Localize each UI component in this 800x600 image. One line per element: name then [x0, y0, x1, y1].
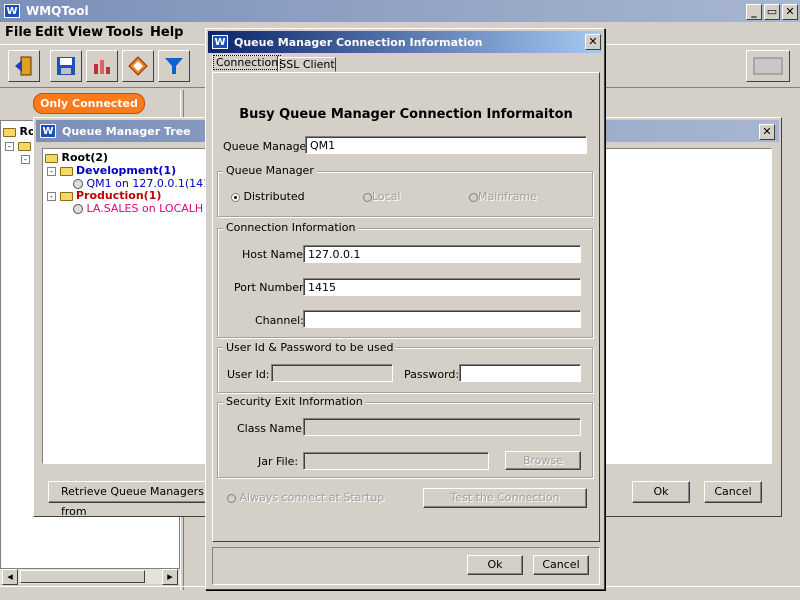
main-title: WMQTool: [26, 4, 89, 18]
list-icon: [753, 57, 783, 75]
test-connection-button[interactable]: Test the Connection: [423, 488, 587, 508]
radio-selected-icon: [231, 192, 240, 202]
menu-file[interactable]: File: [5, 25, 32, 40]
tree-window-title: Queue Manager Tree: [62, 125, 191, 138]
scroll-left-icon[interactable]: ◂: [2, 569, 18, 585]
queue-manager-field[interactable]: QM1: [305, 136, 587, 154]
folder-icon: [59, 166, 73, 176]
dialog-heading: Busy Queue Manager Connection Informaito…: [239, 107, 573, 122]
menu-tools[interactable]: Tools: [106, 25, 143, 40]
collapse-icon[interactable]: -: [47, 191, 56, 201]
dialog-button-bar: Ok Cancel: [212, 547, 600, 585]
retrieve-queue-managers-button[interactable]: Retrieve Queue Managers from: [48, 481, 208, 518]
tree-cancel-button[interactable]: Cancel: [704, 481, 762, 503]
dialog-title: Queue Manager Connection Information: [234, 36, 483, 49]
app-icon: W: [40, 124, 56, 138]
tree-node-development[interactable]: - Development(1): [47, 164, 176, 177]
collapse-icon[interactable]: -: [5, 141, 14, 151]
minimize-button[interactable]: _: [746, 4, 762, 20]
host-name-field[interactable]: 127.0.0.1: [303, 245, 581, 263]
dialog-titlebar: W Queue Manager Connection Information: [208, 31, 602, 53]
radio-local[interactable]: Local: [363, 190, 401, 203]
userid-label: User Id:: [227, 368, 270, 381]
class-name-label: Class Name:: [237, 422, 306, 435]
folder-icon: [45, 153, 58, 163]
only-connected-badge[interactable]: Only Connected: [33, 93, 145, 114]
scroll-right-icon[interactable]: ▸: [162, 569, 178, 585]
radio-icon: [363, 192, 372, 202]
class-name-field[interactable]: [303, 418, 581, 436]
radio-distributed[interactable]: Distributed: [231, 190, 305, 203]
channel-field[interactable]: [303, 310, 581, 328]
radio-icon: [469, 192, 478, 202]
restore-button[interactable]: ▭: [764, 4, 780, 20]
collapse-icon[interactable]: -: [21, 154, 30, 164]
browse-button[interactable]: Browse: [505, 451, 581, 470]
port-number-field[interactable]: 1415: [303, 278, 581, 296]
menu-view[interactable]: View: [68, 25, 103, 40]
menu-help[interactable]: Help: [150, 25, 183, 40]
chart-tool-button[interactable]: [86, 50, 118, 82]
folder-icon: [3, 127, 16, 137]
filter-icon: [165, 58, 183, 74]
tree-node-lasales[interactable]: LA.SALES on LOCALH: [73, 202, 203, 215]
chart-icon: [94, 60, 110, 74]
tree-root[interactable]: Root(2): [45, 151, 108, 164]
scroll-thumb[interactable]: [20, 570, 145, 583]
save-icon: [57, 57, 75, 75]
queue-manager-icon: [73, 179, 83, 189]
save-tool-button[interactable]: [50, 50, 82, 82]
channel-label: Channel:: [255, 314, 304, 327]
qm-label: Queue Manager:: [223, 140, 315, 153]
jar-file-label: Jar File:: [258, 455, 299, 468]
tab-connection[interactable]: Connection: [212, 55, 282, 72]
filter-tool-button[interactable]: [158, 50, 190, 82]
refresh-icon: [128, 56, 148, 76]
app-icon: W: [4, 4, 20, 18]
tree-ok-button[interactable]: Ok: [632, 481, 690, 503]
tab-panel: Busy Queue Manager Connection Informaito…: [212, 72, 600, 542]
list-tool-button[interactable]: [746, 50, 790, 82]
folder-icon: [59, 191, 73, 201]
qm-group-title: Queue Manager: [223, 164, 317, 177]
dialog-close-button[interactable]: ✕: [585, 34, 601, 50]
tab-ssl-client[interactable]: SSL Client: [278, 57, 336, 72]
conn-group-title: Connection Information: [223, 221, 359, 234]
exit-icon: [15, 56, 32, 76]
host-label: Host Name:: [242, 248, 307, 261]
main-titlebar: W WMQTool _ ▭ ✕: [0, 0, 800, 22]
user-group-title: User Id & Password to be used: [223, 341, 397, 354]
connection-dialog: W Queue Manager Connection Information ✕…: [205, 28, 605, 590]
tree-close-button[interactable]: ✕: [759, 124, 775, 140]
radio-icon: [227, 493, 236, 503]
dialog-ok-button[interactable]: Ok: [467, 555, 523, 575]
left-hscrollbar[interactable]: ◂ ▸: [0, 568, 180, 585]
security-group-title: Security Exit Information: [223, 395, 366, 408]
userid-field[interactable]: [271, 364, 393, 382]
refresh-tool-button[interactable]: [122, 50, 154, 82]
app-icon: W: [212, 35, 228, 49]
port-label: Port Number:: [234, 281, 308, 294]
dialog-cancel-button[interactable]: Cancel: [533, 555, 589, 575]
always-connect-option[interactable]: Always connect at Startup: [227, 491, 384, 504]
tree-node-production[interactable]: - Production(1): [47, 189, 161, 202]
close-button[interactable]: ✕: [782, 4, 798, 20]
password-field[interactable]: [459, 364, 581, 382]
folder-icon: [17, 141, 31, 151]
jar-file-field[interactable]: [303, 452, 489, 470]
collapse-icon[interactable]: -: [47, 166, 56, 176]
queue-manager-icon: [73, 204, 83, 214]
password-label: Password:: [404, 368, 460, 381]
radio-mainframe[interactable]: Mainframe: [469, 190, 537, 203]
exit-tool-button[interactable]: [8, 50, 40, 82]
menu-edit[interactable]: Edit: [35, 25, 64, 40]
